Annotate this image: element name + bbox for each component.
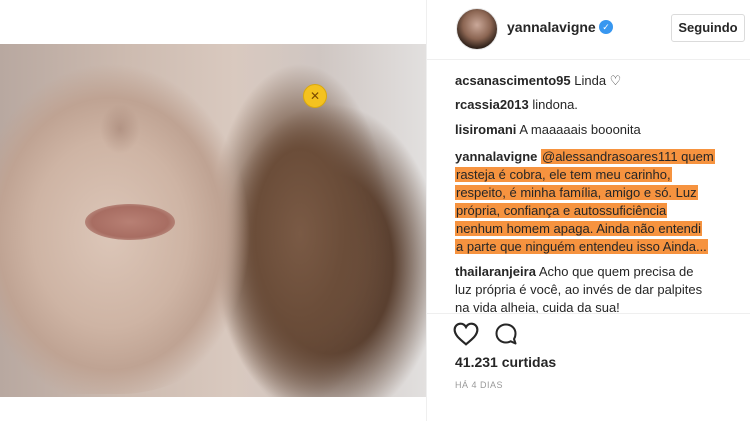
comment-text: A maaaaais booonita [519, 122, 641, 137]
comment-text: luz própria é você, ao invés de dar palp… [455, 282, 703, 297]
comment-author[interactable]: yannalavigne [455, 149, 537, 164]
comment-line: respeito, é minha família, amigo e só. L… [455, 184, 745, 202]
comment-item: acsanascimento95 Linda ♡ [455, 72, 745, 90]
post-timestamp[interactable]: HÁ 4 DIAS [455, 380, 503, 390]
comment-author[interactable]: acsanascimento95 [455, 73, 571, 88]
comment-line: yannalavigne @alessandrasoares111 quem [455, 148, 745, 166]
comment-line: a parte que ninguém entendeu isso Ainda.… [455, 238, 745, 256]
instagram-post: ✕ yannalavigne ✓ Seguindo acsanascimento… [0, 0, 750, 421]
comment-bubble-icon[interactable] [494, 322, 518, 346]
comment-text: nenhum homem apaga. Ainda não entendi [455, 221, 703, 236]
username[interactable]: yannalavigne [507, 19, 596, 35]
follow-button[interactable]: Seguindo [671, 14, 745, 42]
heart-icon[interactable] [453, 322, 479, 346]
comment-item: lisiromani A maaaaais booonita [455, 121, 745, 139]
comment-item: rcassia2013 lindona. [455, 96, 745, 114]
comment-author[interactable]: thailaranjeira [455, 264, 536, 279]
likes-count[interactable]: 41.231 curtidas [455, 354, 556, 370]
comment-line: nenhum homem apaga. Ainda não entendi [455, 220, 745, 238]
avatar[interactable] [456, 8, 498, 50]
post-actions: 41.231 curtidas HÁ 4 DIAS [427, 313, 750, 421]
photo-panel: ✕ [0, 0, 426, 421]
comment-text: própria, confiança e autossuficiência [455, 203, 668, 218]
comment-author[interactable]: rcassia2013 [455, 97, 529, 112]
comment-text: @alessandrasoares111 quem [541, 149, 715, 164]
comment-text: na vida alheia, cuida da sua! [455, 300, 620, 313]
comments-list: acsanascimento95 Linda ♡ rcassia2013 lin… [427, 60, 750, 313]
post-photo[interactable] [0, 44, 426, 397]
comment-item: thailaranjeira Acho que quem precisa de … [455, 263, 745, 313]
comment-text: lindona. [532, 97, 578, 112]
photo-lips [85, 204, 175, 240]
emoji-sticker-icon: ✕ [303, 84, 327, 108]
highlighted-comment: yannalavigne @alessandrasoares111 quem r… [455, 148, 745, 256]
post-header: yannalavigne ✓ Seguindo [427, 0, 750, 60]
comment-author[interactable]: lisiromani [455, 122, 516, 137]
verified-badge-icon: ✓ [599, 20, 613, 34]
comment-text: Linda ♡ [574, 73, 622, 88]
comment-text: respeito, é minha família, amigo e só. L… [455, 185, 698, 200]
comment-line: rasteja é cobra, ele tem meu carinho, [455, 166, 745, 184]
comment-text: Acho que quem precisa de [538, 264, 694, 279]
photo-nose [100, 104, 140, 154]
comment-text: rasteja é cobra, ele tem meu carinho, [455, 167, 672, 182]
comment-text: a parte que ninguém entendeu isso Ainda.… [455, 239, 708, 254]
comment-line: própria, confiança e autossuficiência [455, 202, 745, 220]
post-sidebar: yannalavigne ✓ Seguindo acsanascimento95… [426, 0, 750, 421]
